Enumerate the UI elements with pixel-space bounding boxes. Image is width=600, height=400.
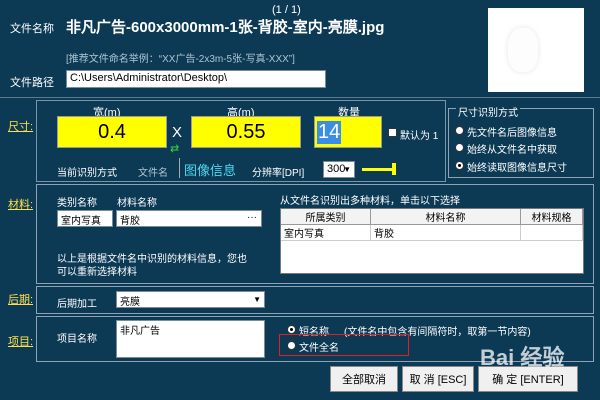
size-mode-radio-2[interactable]: [455, 161, 464, 170]
quantity-input[interactable]: 14: [314, 116, 382, 148]
column-header-category[interactable]: 所属类别: [281, 209, 371, 225]
file-name-value: 非凡广告-600x3000mm-1张-背胶-室内-亮膜.jpg: [66, 19, 385, 36]
resolution-label: 分辨率[DPI]: [252, 168, 305, 179]
project-full-option[interactable]: 文件全名: [299, 339, 339, 354]
file-path-field[interactable]: C:\Users\Administrator\Desktop\: [66, 70, 326, 88]
cancel-button[interactable]: 取 消 [ESC]: [402, 366, 474, 392]
size-mode-option-1[interactable]: 始终从文件名中获取: [467, 141, 557, 156]
default-one-checkbox[interactable]: [388, 128, 397, 137]
cancel-all-button[interactable]: 全部取消: [330, 366, 398, 392]
size-mode-title: 尺寸识别方式: [456, 104, 520, 119]
swap-icon[interactable]: ⇄: [170, 142, 179, 155]
resolution-select[interactable]: 300 ▼: [323, 161, 355, 178]
size-section-label: 尺寸:: [8, 121, 34, 133]
post-section-label: 后期:: [8, 294, 34, 306]
current-mode-label: 当前识别方式: [57, 168, 117, 179]
baidu-watermark: Bai 经验: [480, 345, 565, 370]
resolution-slider-track[interactable]: [362, 168, 392, 171]
chevron-down-icon: ▼: [253, 295, 261, 304]
image-preview: [488, 8, 584, 92]
project-short-radio[interactable]: [287, 325, 296, 334]
size-mode-option-0[interactable]: 先文件名后图像信息: [467, 124, 557, 139]
project-name-label: 项目名称: [57, 334, 97, 345]
project-name-field[interactable]: 非凡广告: [116, 320, 265, 358]
file-counter: (1 / 1): [272, 4, 301, 16]
column-header-spec[interactable]: 材料规格: [521, 209, 583, 225]
size-mode-radio-0[interactable]: [455, 126, 464, 135]
post-process-label: 后期加工: [57, 299, 97, 310]
post-process-select[interactable]: 亮膜 ▼: [116, 291, 265, 308]
height-input[interactable]: 0.55: [191, 116, 301, 148]
material-field[interactable]: 背胶 ···: [116, 210, 262, 227]
size-mode-option-2[interactable]: 始终读取图像信息尺寸: [467, 159, 567, 174]
material-section-label: 材料:: [8, 199, 34, 211]
default-one-label: 默认为 1: [400, 131, 439, 142]
naming-hint: [推荐文件命名举例：“XX广告-2x3m-5张-写真-XXX”]: [66, 54, 295, 65]
more-icon: ···: [247, 212, 257, 223]
mode-image-info: 图像信息: [184, 163, 237, 178]
times-sign: X: [172, 124, 183, 141]
material-label: 材料名称: [117, 198, 157, 209]
column-header-material[interactable]: 材料名称: [371, 209, 521, 225]
mode-filename: 文件名: [138, 168, 168, 179]
project-section-label: 项目:: [8, 336, 34, 348]
table-cell[interactable]: [521, 225, 583, 241]
chevron-down-icon: ▼: [343, 165, 351, 174]
size-mode-radio-1[interactable]: [455, 143, 464, 152]
material-table: 所属类别 材料名称 材料规格 室内写真 背胶: [280, 208, 584, 274]
material-note-line2: 可以重新选择材料: [57, 267, 137, 278]
table-cell[interactable]: 背胶: [371, 225, 521, 241]
width-input[interactable]: 0.4: [57, 116, 167, 148]
category-label: 类别名称: [57, 198, 97, 209]
table-cell[interactable]: 室内写真: [281, 225, 371, 241]
project-full-radio[interactable]: [287, 341, 296, 350]
category-field[interactable]: 室内写真: [57, 210, 113, 227]
resolution-slider-handle[interactable]: [392, 163, 396, 175]
multi-material-hint: 从文件名识别出多种材料，单击以下选择: [280, 196, 460, 207]
file-name-label: 文件名称: [10, 23, 54, 35]
quantity-value: 14: [317, 120, 342, 144]
file-path-label: 文件路径: [10, 77, 54, 89]
